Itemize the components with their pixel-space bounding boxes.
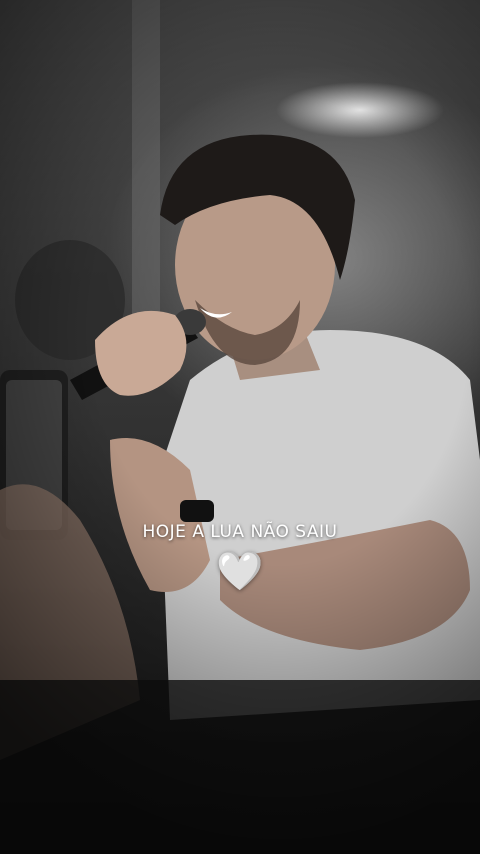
story-caption: HOJE A LUA NÃO SAIU [142,522,338,542]
crowd-shadow [0,680,480,854]
story-photo: HOJE A LUA NÃO SAIU 🤍 [0,0,480,854]
wristwatch [180,500,214,522]
white-heart-emoji: 🤍 [216,549,264,593]
stage-pillar [132,0,160,320]
concert-photo-illustration [0,0,480,854]
